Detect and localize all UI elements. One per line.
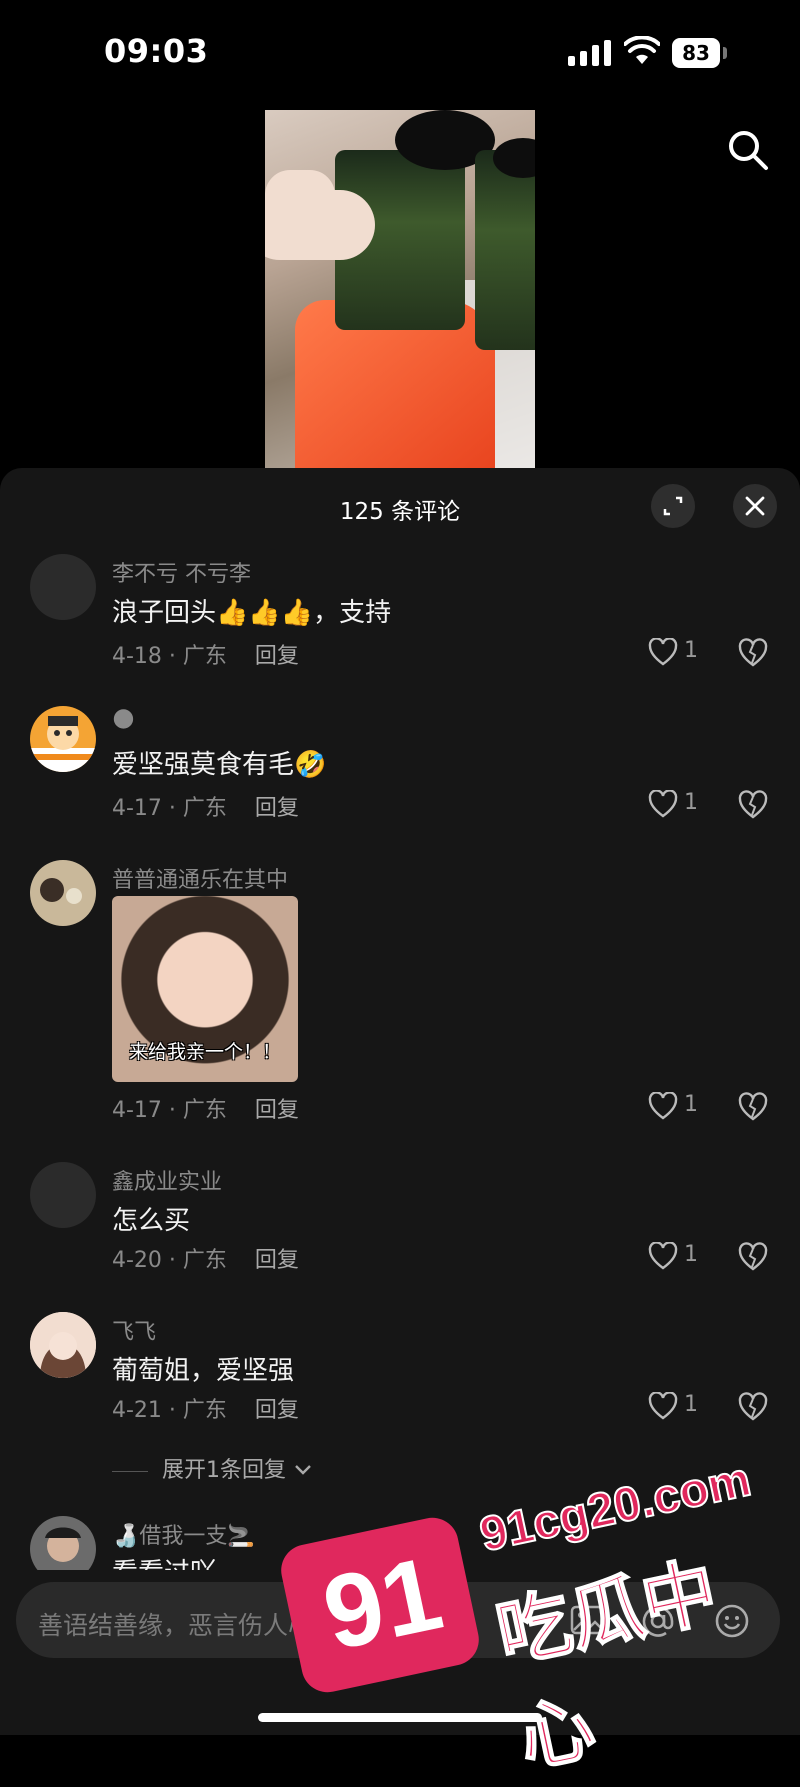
- like-count: 1: [684, 1092, 698, 1117]
- comment-meta: 4-21 · 广东 回复: [112, 1392, 299, 1424]
- status-time: 09:03: [104, 32, 209, 70]
- search-icon[interactable]: [724, 126, 772, 174]
- close-button[interactable]: [733, 484, 777, 528]
- like-button[interactable]: 1: [648, 1091, 708, 1122]
- video-preview[interactable]: [265, 110, 535, 468]
- comment-username[interactable]: 普普通通乐在其中: [112, 862, 288, 894]
- fullscreen-button[interactable]: [651, 484, 695, 528]
- comment-date-location: 4-20 · 广东: [112, 1248, 227, 1273]
- status-bar: 09:03 83: [0, 0, 800, 100]
- like-count: 1: [684, 638, 698, 663]
- reply-button[interactable]: 回复: [255, 1098, 299, 1123]
- comment-text: 怎么买: [112, 1206, 191, 1236]
- broken-heart-icon[interactable]: [738, 1092, 768, 1122]
- avatar[interactable]: [30, 1312, 96, 1378]
- like-button[interactable]: 1: [648, 1241, 708, 1272]
- like-button[interactable]: 1: [648, 789, 708, 820]
- comment-username[interactable]: 鑫成业实业: [112, 1164, 222, 1196]
- sticker-caption: 来给我亲一个！！: [128, 1041, 281, 1063]
- expand-replies-label: 展开1条回复: [162, 1458, 286, 1483]
- chevron-down-icon: [295, 1465, 311, 1475]
- divider: [112, 1470, 148, 1472]
- comment-username[interactable]: 李不亏 不亏李: [112, 556, 251, 588]
- broken-heart-icon[interactable]: [738, 1392, 768, 1422]
- comment-meta: 4-17 · 广东 回复: [112, 1092, 299, 1124]
- like-button[interactable]: 1: [648, 637, 708, 668]
- comment-username[interactable]: 飞飞: [112, 1314, 156, 1346]
- comment-date-location: 4-17 · 广东: [112, 796, 227, 821]
- battery-indicator: 83: [672, 38, 720, 68]
- like-count: 1: [684, 1392, 698, 1417]
- watermark-number: 91: [314, 1535, 452, 1673]
- comment-date-location: 4-17 · 广东: [112, 1098, 227, 1123]
- signal-icon: [568, 40, 611, 66]
- comment-sticker-image[interactable]: 来给我亲一个！！: [112, 896, 298, 1082]
- avatar[interactable]: [30, 860, 96, 926]
- close-icon: [745, 496, 765, 516]
- avatar[interactable]: [30, 706, 96, 772]
- broken-heart-icon[interactable]: [738, 790, 768, 820]
- comment-username[interactable]: 🌑: [112, 708, 135, 733]
- reply-button[interactable]: 回复: [255, 1248, 299, 1273]
- reply-button[interactable]: 回复: [255, 796, 299, 821]
- broken-heart-icon[interactable]: [738, 638, 768, 668]
- heart-icon: [648, 789, 678, 818]
- expand-replies-button[interactable]: 展开1条回复: [112, 1452, 313, 1484]
- comment-meta: 4-18 · 广东 回复: [112, 638, 299, 670]
- heart-icon: [648, 1391, 678, 1420]
- comment-text: 爱坚强莫食有毛🤣: [112, 750, 327, 780]
- like-count: 1: [684, 790, 698, 815]
- comment-meta: 4-17 · 广东 回复: [112, 790, 299, 822]
- comment-input-placeholder: 善语结善缘，恶言伤人心: [38, 1611, 314, 1640]
- like-count: 1: [684, 1242, 698, 1267]
- wifi-icon: [624, 36, 660, 64]
- home-indicator: [258, 1713, 542, 1722]
- like-button[interactable]: 1: [648, 1391, 708, 1422]
- comment-date-location: 4-18 · 广东: [112, 644, 227, 669]
- comment-date-location: 4-21 · 广东: [112, 1398, 227, 1423]
- heart-icon: [648, 637, 678, 666]
- reply-button[interactable]: 回复: [255, 644, 299, 669]
- avatar[interactable]: [30, 554, 96, 620]
- comment-username[interactable]: 🍶借我一支🚬: [112, 1518, 255, 1550]
- expand-icon: [663, 496, 683, 516]
- heart-icon: [648, 1241, 678, 1270]
- heart-icon: [648, 1091, 678, 1120]
- comment-text: 葡萄姐，爱坚强: [112, 1356, 295, 1386]
- battery-tip: [723, 47, 727, 59]
- broken-heart-icon[interactable]: [738, 1242, 768, 1272]
- reply-button[interactable]: 回复: [255, 1398, 299, 1423]
- avatar[interactable]: [30, 1162, 96, 1228]
- comment-meta: 4-20 · 广东 回复: [112, 1242, 299, 1274]
- comment-text: 浪子回头👍👍👍，支持: [112, 598, 392, 628]
